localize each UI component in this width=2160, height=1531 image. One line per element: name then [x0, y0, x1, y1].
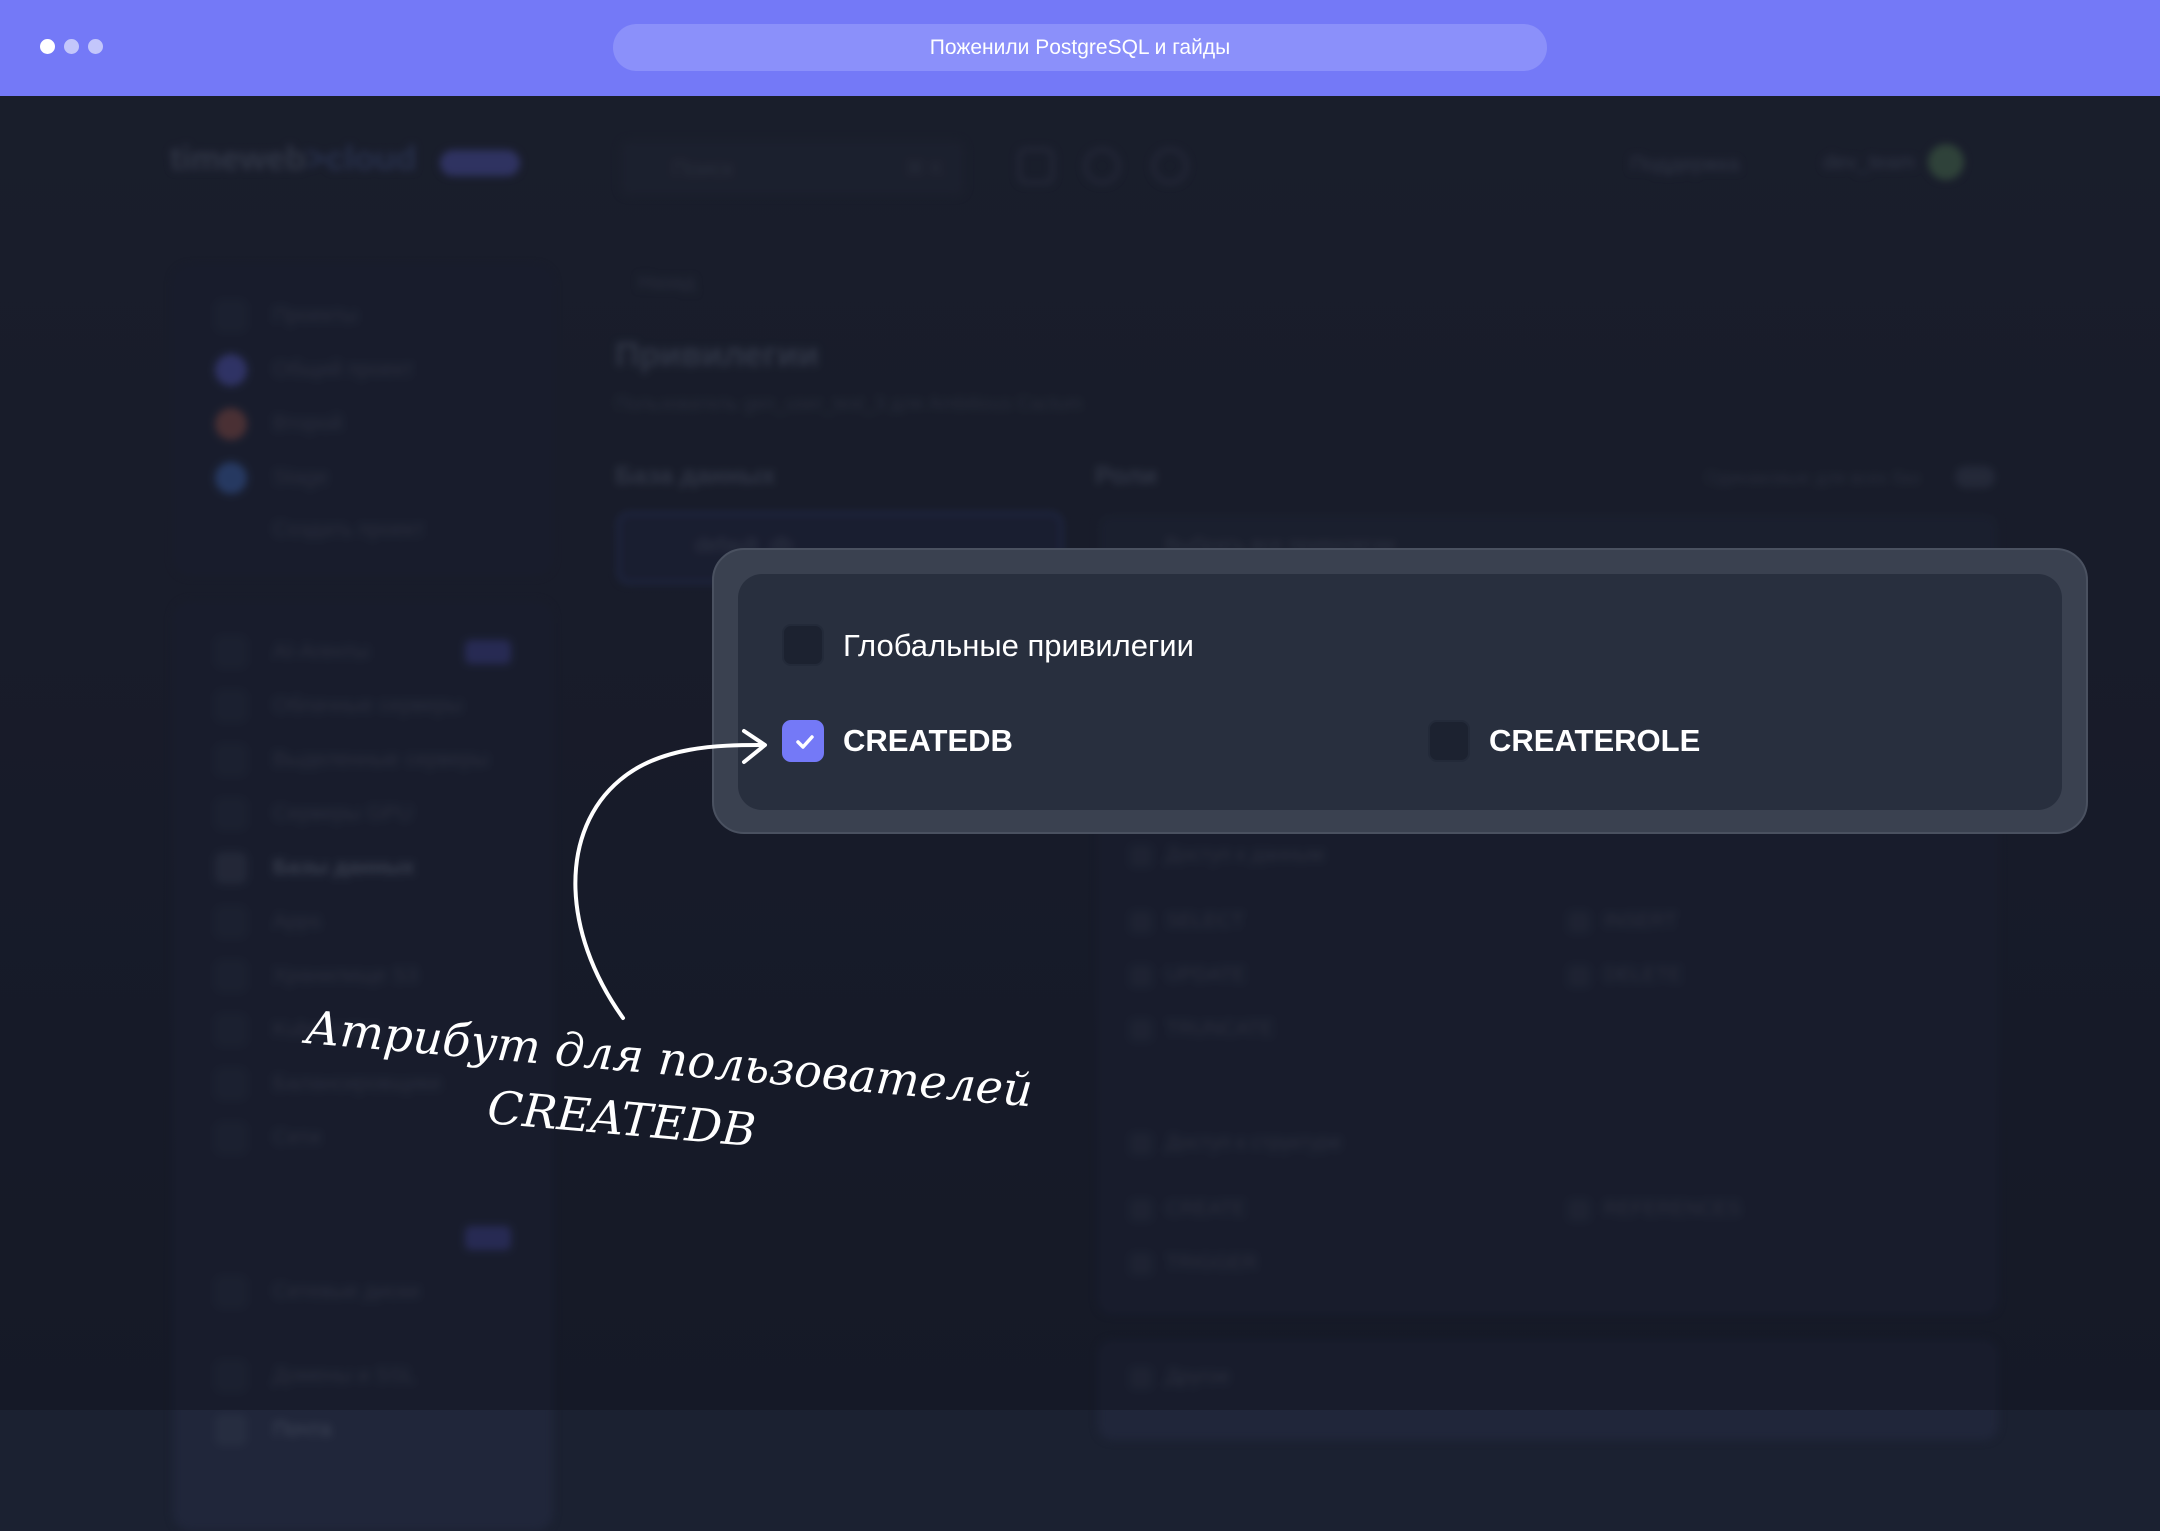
mail-icon — [215, 1414, 247, 1446]
annotation-arrow-icon — [573, 729, 767, 1020]
sidebar-item-mail[interactable]: Почта — [273, 1418, 331, 1442]
